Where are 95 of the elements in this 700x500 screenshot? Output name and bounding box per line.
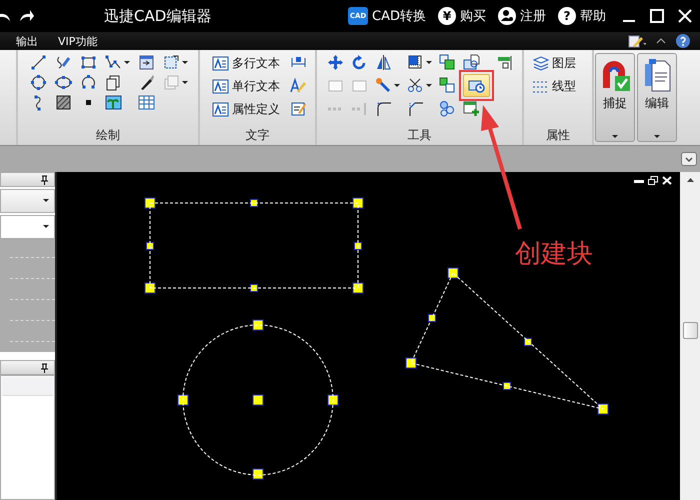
grip-handle[interactable] — [524, 338, 532, 346]
edit-button[interactable]: 编辑 — [637, 53, 677, 142]
grip-handle[interactable] — [448, 268, 458, 278]
close-icon[interactable] — [662, 176, 672, 185]
text-icon — [212, 55, 229, 72]
group-label: 工具 — [406, 127, 432, 144]
panel-bar-icon[interactable] — [497, 54, 514, 71]
user-icon — [498, 7, 516, 25]
line-icon[interactable] — [30, 54, 47, 71]
document-copy-icon[interactable] — [105, 74, 122, 91]
freehand-pen-icon[interactable] — [55, 54, 72, 71]
image-icon[interactable] — [105, 94, 122, 111]
dropdown-field[interactable] — [0, 215, 55, 239]
text-tool-button[interactable]: 多行文本 — [210, 54, 282, 73]
grip-handle[interactable] — [598, 404, 608, 414]
expand-button[interactable] — [681, 152, 697, 166]
group-label: 文字 — [244, 127, 270, 144]
grip-handle[interactable] — [146, 242, 154, 250]
group-label: 绘制 — [95, 127, 121, 144]
grip-handle[interactable] — [428, 314, 436, 322]
block-insert-icon[interactable] — [138, 54, 155, 71]
scroll-thumb[interactable] — [682, 322, 698, 339]
snap-button[interactable]: 捕捉 — [595, 53, 635, 142]
caret-icon — [43, 225, 50, 229]
menu-item[interactable]: 输出 — [16, 34, 38, 48]
squares-icon[interactable] — [439, 77, 456, 94]
buy-button[interactable]: ¥ 购买 — [438, 7, 486, 25]
selection-icon[interactable] — [163, 54, 188, 71]
help-button[interactable]: ? 帮助 — [558, 7, 606, 25]
grip-handle[interactable] — [252, 320, 264, 330]
caret-icon — [654, 135, 660, 139]
register-button[interactable]: 注册 — [498, 7, 546, 25]
highlight-frame — [459, 70, 494, 101]
brush-icon[interactable] — [138, 74, 155, 91]
text-style-pen-icon[interactable] — [290, 77, 307, 94]
polyline-icon[interactable] — [105, 54, 130, 71]
rectangle-icon[interactable] — [80, 54, 97, 71]
window-title: 迅捷CAD编辑器 — [104, 6, 212, 26]
color-tag-icon[interactable] — [375, 77, 400, 94]
arc-icon[interactable] — [80, 74, 97, 91]
overlap-squares-icon[interactable] — [439, 54, 456, 71]
text-tool-button[interactable]: 单行文本 — [210, 77, 282, 96]
mirror-icon[interactable] — [375, 54, 392, 71]
grip-handle[interactable] — [252, 394, 264, 406]
dotted-end-icon[interactable] — [351, 100, 368, 117]
grip-handle[interactable] — [144, 198, 156, 208]
document-icon — [643, 58, 671, 92]
close-icon[interactable] — [678, 9, 692, 23]
table-add-icon[interactable] — [463, 100, 480, 117]
maximize-icon[interactable] — [650, 9, 664, 23]
grip-handle[interactable] — [252, 468, 264, 480]
pin-icon[interactable] — [41, 174, 48, 184]
chamfer-icon[interactable] — [407, 100, 424, 117]
grip-handle[interactable] — [178, 394, 188, 406]
grip-handle[interactable] — [352, 198, 364, 208]
grip-handle[interactable] — [250, 284, 258, 292]
grip-handle[interactable] — [352, 282, 364, 294]
help-icon[interactable] — [676, 34, 690, 48]
attribute-icon — [212, 101, 229, 118]
dropdown-field[interactable] — [0, 189, 55, 213]
hatch-icon[interactable] — [55, 94, 72, 111]
scroll-up-icon[interactable] — [686, 178, 694, 182]
rotate-icon[interactable] — [351, 54, 368, 71]
move-icon[interactable] — [327, 54, 344, 71]
grip-handle[interactable] — [354, 242, 362, 250]
linked-circles-icon[interactable] — [439, 100, 456, 117]
scissors-icon[interactable] — [407, 77, 432, 94]
caret-icon — [43, 199, 50, 203]
property-button[interactable]: 图层 — [530, 54, 586, 73]
circle-icon[interactable] — [30, 74, 47, 91]
table-icon[interactable] — [138, 94, 155, 111]
fillet-icon[interactable] — [375, 100, 392, 117]
group-label: 属性 — [545, 127, 571, 144]
grip-handle[interactable] — [250, 199, 258, 207]
chevron-down-icon — [685, 156, 693, 162]
pin-icon[interactable] — [41, 362, 48, 372]
text-tool-button[interactable]: 属性定义 — [210, 100, 282, 119]
property-button[interactable]: 线型 — [530, 77, 586, 96]
annotation-label: 创建块 — [515, 241, 593, 267]
grip-handle[interactable] — [503, 382, 511, 390]
ellipse-icon[interactable] — [55, 74, 72, 91]
fill-icon[interactable] — [407, 54, 432, 71]
grip-handle[interactable] — [406, 358, 416, 368]
notepad-pen-icon[interactable] — [628, 34, 646, 48]
restore-icon[interactable] — [648, 176, 658, 185]
create-block-button[interactable] — [463, 74, 490, 97]
grip-handle[interactable] — [328, 394, 338, 406]
text-edit-icon[interactable] — [290, 100, 307, 117]
text-icon — [212, 78, 229, 95]
collapse-icon[interactable] — [656, 36, 666, 46]
block-edit-icon[interactable] — [463, 54, 480, 71]
caret-icon — [612, 135, 618, 139]
layers-icon — [532, 55, 549, 72]
grip-handle[interactable] — [144, 282, 156, 294]
menu-item[interactable]: VIP功能 — [58, 34, 98, 48]
